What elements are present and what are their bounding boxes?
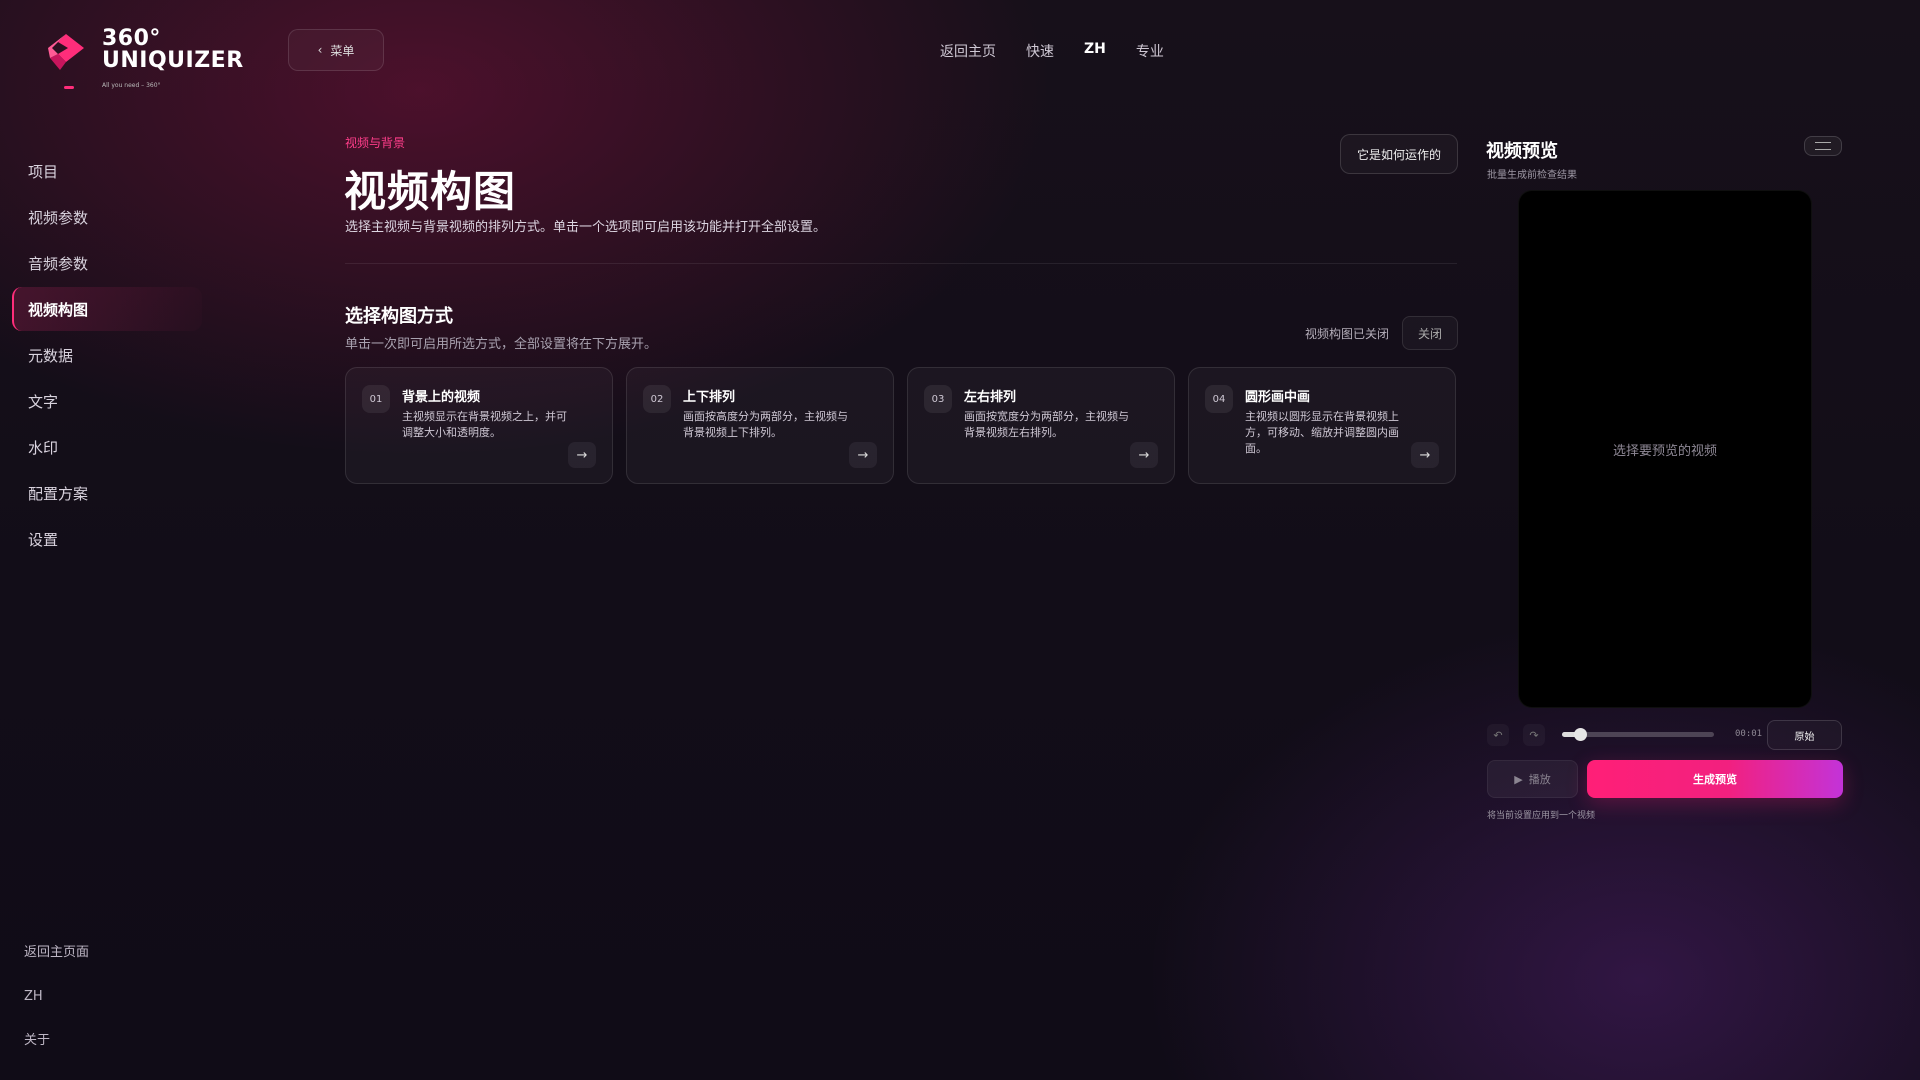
card-description: 主视频显示在背景视频之上，并可调整大小和透明度。 [402, 410, 567, 439]
composition-card-overlay[interactable]: 01 背景上的视频 主视频显示在背景视频之上，并可调整大小和透明度。 → [345, 367, 613, 484]
composition-status: 视频构图已关闭 [1305, 327, 1390, 341]
apply-note: 将当前设置应用到一个视频 [1487, 811, 1596, 821]
undo-icon[interactable]: ↶ [1487, 724, 1509, 746]
time-display: 00:01 [1735, 729, 1763, 739]
composition-cards: 01 背景上的视频 主视频显示在背景视频之上，并可调整大小和透明度。 → 02 … [345, 367, 1456, 484]
card-title: 左右排列 [964, 390, 1017, 405]
seek-slider[interactable] [1562, 728, 1714, 741]
seek-knob[interactable] [1574, 728, 1588, 741]
card-title: 圆形画中画 [1245, 390, 1311, 405]
arrow-right-icon[interactable]: → [568, 442, 596, 468]
logo-text-bottom: UNIQUIZER [102, 48, 244, 73]
card-number: 03 [924, 385, 952, 413]
play-button[interactable]: ▶ 播放 [1487, 760, 1578, 798]
page-description: 选择主视频与背景视频的排列方式。单击一个选项即可启用该功能并打开全部设置。 [345, 220, 827, 235]
page-kicker: 视频与背景 [345, 136, 406, 150]
menu-button[interactable]: ‹ 菜单 [288, 29, 384, 71]
sidebar-footer-about[interactable]: 关于 [24, 1028, 89, 1072]
preview-title: 视频预览 [1486, 141, 1558, 162]
top-nav: 返回主页 快速 ZH 专业 [940, 41, 1164, 61]
arrow-right-icon[interactable]: → [1130, 442, 1158, 468]
nav-pro[interactable]: 专业 [1136, 41, 1164, 61]
composition-card-circle-pip[interactable]: 04 圆形画中画 主视频以圆形显示在背景视频上方，可移动、缩放并调整圆内画面。 … [1188, 367, 1456, 484]
sidebar-footer: 返回主页面 ZH 关于 [24, 940, 89, 1072]
logo-diamond-icon [48, 34, 84, 70]
video-preview[interactable]: 选择要预览的视频 [1518, 190, 1812, 708]
nav-home[interactable]: 返回主页 [940, 41, 996, 61]
sidebar-item-settings[interactable]: 设置 [12, 517, 202, 561]
original-button[interactable]: 原始 [1767, 720, 1842, 750]
preview-placeholder: 选择要预览的视频 [1612, 443, 1717, 459]
sidebar-item-audio-params[interactable]: 音频参数 [12, 241, 202, 285]
page-title: 视频构图 [344, 167, 517, 216]
composition-card-horizontal[interactable]: 03 左右排列 画面按宽度分为两部分，主视频与背景视频左右排列。 → [907, 367, 1175, 484]
logo-tagline: All you need – 360° [102, 82, 161, 89]
app-logo[interactable]: 360° UNIQUIZER All you need – 360° [44, 26, 243, 96]
how-it-works-button[interactable]: 它是如何运作的 [1340, 134, 1458, 174]
card-title: 背景上的视频 [402, 390, 481, 405]
nav-language[interactable]: ZH [1084, 41, 1106, 61]
card-description: 画面按高度分为两部分，主视频与背景视频上下排列。 [683, 410, 848, 439]
section-subtitle: 单击一次即可启用所选方式，全部设置将在下方展开。 [345, 337, 658, 352]
header-divider [345, 263, 1457, 264]
preview-subtitle: 批量生成前检查结果 [1487, 170, 1577, 181]
sidebar-footer-language[interactable]: ZH [24, 984, 89, 1028]
sidebar-item-video-params[interactable]: 视频参数 [12, 195, 202, 239]
card-description: 画面按宽度分为两部分，主视频与背景视频左右排列。 [964, 410, 1129, 439]
arrow-right-icon[interactable]: → [1411, 442, 1439, 468]
chevron-left-icon: ‹ [317, 43, 323, 57]
arrow-right-icon[interactable]: → [849, 442, 877, 468]
sidebar-item-project[interactable]: 项目 [12, 149, 202, 193]
card-description: 主视频以圆形显示在背景视频上方，可移动、缩放并调整圆内画面。 [1245, 410, 1399, 455]
preview-controls: ↶ ↷ 00:01 原始 [1487, 720, 1842, 750]
redo-icon[interactable]: ↷ [1523, 724, 1545, 746]
play-button-label: 播放 [1528, 773, 1551, 786]
preview-layout-toggle[interactable] [1804, 136, 1842, 156]
logo-underline [64, 86, 74, 89]
card-number: 02 [643, 385, 671, 413]
sidebar-footer-home[interactable]: 返回主页面 [24, 940, 89, 984]
sidebar-item-video-composition[interactable]: 视频构图 [12, 287, 202, 331]
menu-button-label: 菜单 [330, 43, 355, 58]
sidebar-item-metadata[interactable]: 元数据 [12, 333, 202, 377]
card-title: 上下排列 [683, 390, 736, 405]
card-number: 01 [362, 385, 390, 413]
sidebar-item-presets[interactable]: 配置方案 [12, 471, 202, 515]
layout-icon [1815, 142, 1831, 150]
section-title: 选择构图方式 [345, 306, 453, 327]
composition-card-vertical[interactable]: 02 上下排列 画面按高度分为两部分，主视频与背景视频上下排列。 → [626, 367, 894, 484]
nav-quick[interactable]: 快速 [1026, 41, 1054, 61]
close-button[interactable]: 关闭 [1402, 316, 1458, 350]
play-icon: ▶ [1514, 772, 1523, 786]
sidebar-item-watermark[interactable]: 水印 [12, 425, 202, 469]
card-number: 04 [1205, 385, 1233, 413]
generate-preview-button[interactable]: 生成预览 [1587, 760, 1843, 798]
sidebar-item-text[interactable]: 文字 [12, 379, 202, 423]
sidebar: 项目 视频参数 音频参数 视频构图 元数据 文字 水印 配置方案 设置 [12, 149, 202, 563]
